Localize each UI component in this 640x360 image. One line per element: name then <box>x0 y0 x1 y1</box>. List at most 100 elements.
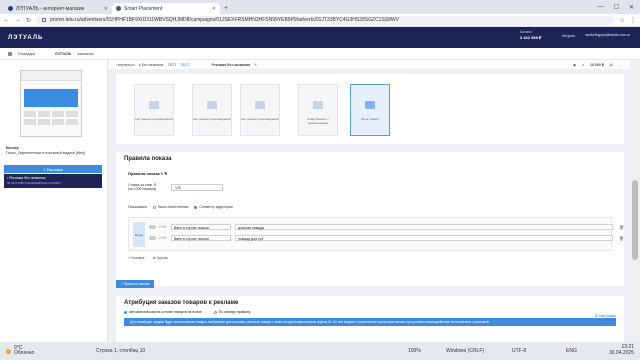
maximize-button[interactable]: ☐ <box>614 4 619 11</box>
add-ad-button[interactable]: + Реклама <box>4 165 102 173</box>
format-image-icon <box>207 101 217 109</box>
new-tab-button[interactable]: + <box>224 5 228 12</box>
user-name[interactable]: Летуаль <box>562 34 575 38</box>
condition-value-input[interactable]: красная помада <box>235 224 613 230</box>
add-group-button[interactable]: ⊕ Группа <box>153 256 168 260</box>
add-condition-row: + Условие ⊕ Группа <box>128 256 168 260</box>
left-panel: Баннер Поиск_Закрепленные в поисковой вы… <box>0 60 108 342</box>
radio-icon <box>124 310 127 314</box>
banner-preview[interactable] <box>20 70 82 137</box>
weather-widget[interactable]: 9°C Облачно <box>0 346 34 356</box>
preview-card <box>52 111 64 117</box>
format-option[interactable]: Нет данных рекомендаций <box>192 84 232 136</box>
preview-card <box>38 119 50 125</box>
system-clock[interactable]: 13:21 30.04.2025 <box>609 344 634 356</box>
play-icon[interactable]: ▶ <box>574 63 577 67</box>
page-scrollbar[interactable] <box>630 60 640 342</box>
user-email[interactable]: marketingoys@letoile.com.ru <box>585 33 630 38</box>
rule-name: Правила показа 1 ✎ <box>128 171 168 176</box>
breadcrumb-item[interactable]: Площадки <box>18 52 35 56</box>
copy-icon[interactable]: ⧉ <box>610 63 613 67</box>
format-option[interactable]: Сейф Баннер + рекомендации <box>298 84 338 136</box>
letual-favicon-icon <box>8 6 13 11</box>
ad-title[interactable]: Реклама без названия <box>212 63 251 67</box>
reload-icon[interactable]: ↻ <box>26 17 31 24</box>
radio-icon <box>153 205 157 209</box>
radio-manual-attribution[interactable]: По своему правилу <box>213 310 250 314</box>
edit-icon[interactable]: ✎ <box>164 171 167 176</box>
breadcrumb-item[interactable]: ЛЭТУАЛЬ <box>55 52 72 56</box>
url-field[interactable]: promo.letu.ru/advertisers/01HPHF1BF9XID3… <box>36 15 615 25</box>
display-rules-section: Правила показа Правила показа 1 ✎ Ставка… <box>116 152 624 286</box>
language-indicator[interactable]: ENG <box>566 348 577 354</box>
balance: Баланс 3 442 958 ₽ <box>520 30 542 40</box>
radio-auto-attribution[interactable]: Автоматическая на основе товаров на полк… <box>124 310 202 314</box>
format-option[interactable]: Нет данных рекомендаций <box>134 84 174 136</box>
ad-header-bar: ‹ вернуться ● Без названия ТЕСТ ТЕСТ Рек… <box>108 60 630 69</box>
header-actions: ▶ ⏸ 10 000 ₽ ⧉ ⋮ <box>574 63 622 67</box>
format-image-icon <box>313 101 323 109</box>
section-title: Атрибуция заказов товаров к рекламе <box>124 300 239 306</box>
menu-icon[interactable]: ⋮ <box>630 17 636 24</box>
close-window-button[interactable]: ✕ <box>629 4 634 11</box>
conditions-group: Везде ИЛИ Ввел в строке поиска красная п… <box>128 217 624 251</box>
line-endings: Windows (CRLF) <box>446 348 485 354</box>
window-controls: — ☐ ✕ <box>592 4 640 14</box>
selected-ad-item[interactable]: • Реклама без названия ID 01JT33BYC4G3HS… <box>4 174 102 188</box>
add-rule-button[interactable]: + Правило показа <box>116 280 154 288</box>
format-option[interactable]: Нет данных рекомендаций <box>240 84 280 136</box>
toggle-switch[interactable] <box>149 236 156 240</box>
condition-row: ИЛИ Ввел в строке поиска помада для губ … <box>149 235 624 241</box>
toggle-switch[interactable] <box>149 225 156 229</box>
preview-card <box>66 119 78 125</box>
condition-field-select[interactable]: Ввел в строке поиска <box>171 235 231 241</box>
tab-letual[interactable]: ЛЭТУАЛЬ - интернет-магазин ✕ <box>4 3 112 14</box>
format-image-icon <box>149 101 159 109</box>
trash-icon[interactable]: 🗑 <box>619 236 624 241</box>
attribution-note: Для атрибуции продаж будут использованы … <box>124 318 616 326</box>
edit-icon[interactable]: ✎ <box>254 63 257 67</box>
weather-icon <box>6 348 11 354</box>
logic-pill[interactable]: Везде <box>133 222 145 247</box>
format-image-icon <box>365 101 375 109</box>
placement-info: Баннер Поиск_Закрепленные в поисковой вы… <box>6 146 104 156</box>
close-tab-icon[interactable]: ✕ <box>104 6 108 12</box>
preview-banner <box>24 89 78 107</box>
add-condition-button[interactable]: + Условие <box>128 256 145 260</box>
more-icon[interactable]: ⋮ <box>619 63 623 67</box>
forward-icon[interactable]: → <box>15 17 21 23</box>
format-image-icon <box>255 101 265 109</box>
back-icon[interactable]: ← <box>4 17 10 23</box>
close-tab-icon[interactable]: ✕ <box>212 6 216 12</box>
condition-value-input[interactable]: помада для губ <box>235 235 613 241</box>
breadcrumb-item[interactable]: Кампании <box>77 52 93 56</box>
minimize-button[interactable]: — <box>598 4 604 11</box>
radio-icon <box>213 310 217 314</box>
trash-icon[interactable]: 🗑 <box>619 225 624 230</box>
section-title: Правила показа <box>124 156 172 162</box>
preview-cards <box>24 111 78 125</box>
back-link[interactable]: ‹ вернуться <box>116 63 135 67</box>
test-tag: ТЕСТ <box>180 62 190 67</box>
radio-all-visitors[interactable]: Всем посетителям <box>153 205 188 209</box>
main-content: ‹ вернуться ● Без названия ТЕСТ ТЕСТ Рек… <box>108 60 630 342</box>
pause-icon[interactable]: ⏸ <box>582 63 584 67</box>
preview-card <box>24 111 36 117</box>
cpm-input[interactable]: 120 <box>171 184 223 191</box>
ad-item-id: ID 01JT33BYC4G3HS28SGZC1SS8WV <box>7 181 61 185</box>
attribution-settings-link[interactable]: ⚙ Настройки <box>595 314 616 318</box>
preview-card <box>52 119 64 125</box>
radio-audience-segment[interactable]: Сегменту аудитории <box>194 205 233 209</box>
format-option-selected[interactable]: Блок товара <box>350 84 390 136</box>
tab-smart-placement[interactable]: Smart Placement ✕ <box>112 3 220 14</box>
browser-tabbar: ЛЭТУАЛЬ - интернет-магазин ✕ Smart Placem… <box>0 0 640 14</box>
cpm-label: Ставка за клик, ₽ (за 1000 показов) <box>128 183 157 191</box>
attribution-section: Атрибуция заказов товаров к рекламе Авто… <box>116 296 624 342</box>
site-info-icon[interactable] <box>42 18 47 22</box>
star-icon[interactable]: ☆ <box>620 17 625 24</box>
condition-field-select[interactable]: Ввел в строке поиска <box>171 224 231 230</box>
scrollbar-thumb[interactable] <box>632 180 638 260</box>
condition-row: ИЛИ Ввел в строке поиска красная помада … <box>149 224 624 230</box>
top-navigation: ЛЭТУАЛЬ Баланс 3 442 958 ₽ Летуаль market… <box>0 27 640 48</box>
show-to-row: Показывать Всем посетителям Сегменту ауд… <box>128 205 233 209</box>
